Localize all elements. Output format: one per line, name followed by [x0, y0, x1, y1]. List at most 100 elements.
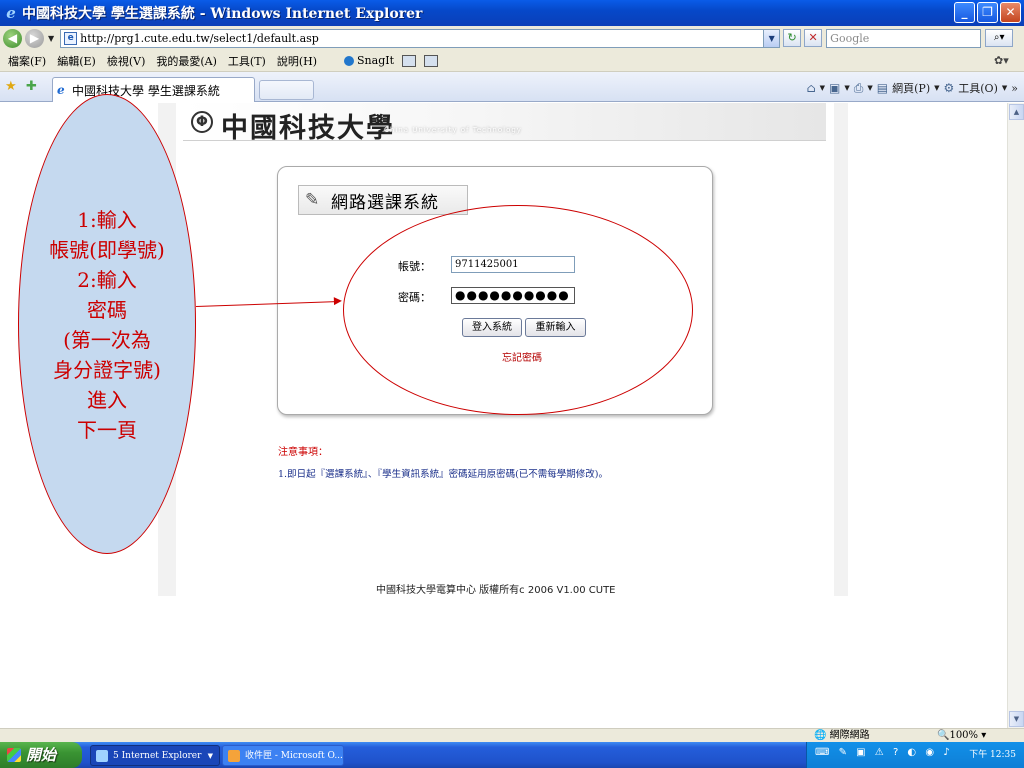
back-arrow-icon: ◀: [7, 30, 18, 45]
page-menu[interactable]: 網頁(P): [892, 80, 930, 96]
refresh-button[interactable]: ↻: [783, 29, 802, 47]
forward-arrow-icon: ▶: [29, 30, 40, 45]
scroll-up-icon[interactable]: ▲: [1009, 104, 1024, 120]
back-button[interactable]: ◀: [3, 28, 22, 48]
taskbar-item-outlook[interactable]: 收件匣 - Microsoft O...: [222, 745, 344, 766]
ie-logo-icon: e: [6, 4, 16, 22]
tab-bar: ★ ✚ e 中國科技大學 學生選課系統 ⌂ ▼ ▣ ▼ ⎙ ▼ ▤ 網頁(P) ▼ ⚙ …: [0, 72, 1024, 102]
menu-favorites[interactable]: 我的最愛(A): [156, 53, 217, 69]
snagit-label: SnagIt: [357, 54, 395, 67]
status-bar: 🌐 網際網路 🔍100% ▾: [0, 728, 1024, 742]
tab-active[interactable]: e 中國科技大學 學生選課系統: [52, 77, 255, 102]
system-header: ✎ 網路選課系統: [298, 185, 468, 215]
taskbar: 開始 5 Internet Explorer ▼ 收件匣 - Microsoft…: [0, 742, 1024, 768]
annotation-highlight-ellipse: [343, 205, 693, 415]
address-bar[interactable]: e http://prg1.cute.edu.tw/select1/defaul…: [60, 28, 781, 48]
page-footer: 中國科技大學電算中心 版權所有c 2006 V1.00 CUTE: [376, 585, 616, 596]
tab-favicon-icon: e: [57, 83, 65, 97]
windows-flag-icon: [7, 748, 21, 762]
snagit-window-icon[interactable]: [402, 54, 417, 67]
annotation-line: 密碼: [87, 298, 127, 322]
school-name-english: China University of Technology: [384, 126, 522, 134]
new-tab-button[interactable]: [259, 80, 314, 100]
forward-button[interactable]: ▶: [25, 28, 44, 48]
notice-text: 1.即日起『選課系統』、『學生資訊系統』密碼延用原密碼(已不需每學期修改)。: [278, 469, 608, 480]
school-name: 中國科技大學: [221, 113, 395, 144]
favorites-star-icon[interactable]: ★: [5, 79, 17, 94]
snagit-button[interactable]: SnagIt: [344, 54, 394, 67]
annotation-text: 1:輸入 帳號(即學號) 2:輸入 密碼 (第一次為 身分證字號) 進入 下一頁: [18, 205, 196, 445]
annotation-line: 進入: [87, 388, 127, 412]
school-emblem-icon: Φ: [191, 111, 213, 133]
window-title: 中國科技大學 學生選課系統 - Windows Internet Explore…: [22, 6, 423, 22]
page-icon: e: [64, 31, 78, 45]
security-zone: 🌐 網際網路: [814, 730, 870, 741]
start-label: 開始: [26, 746, 57, 764]
annotation-line: 下一頁: [77, 418, 137, 442]
annotation-line: 1:輸入: [77, 208, 137, 232]
start-button[interactable]: 開始: [0, 742, 82, 768]
clock: 下午 12:35: [969, 750, 1016, 760]
snagit-icon: [344, 55, 355, 66]
refresh-icon: ↻: [787, 31, 797, 44]
search-input[interactable]: Google: [826, 28, 982, 48]
annotation-line: 2:輸入: [77, 268, 137, 292]
outlook-taskbar-icon: [228, 750, 240, 762]
toolbar-options-icon[interactable]: ✿▾: [994, 54, 1016, 67]
menu-file[interactable]: 檔案(F): [8, 53, 46, 69]
feeds-icon[interactable]: ▣: [829, 81, 840, 95]
print-icon[interactable]: ⎙: [854, 81, 864, 96]
page-menu-dropdown-icon[interactable]: ▼: [934, 84, 939, 92]
menu-tools[interactable]: 工具(T): [228, 53, 266, 69]
add-favorite-icon[interactable]: ✚: [26, 79, 37, 94]
window-controls: _ ❐ ✕: [954, 2, 1021, 23]
notice-title: 注意事項：: [278, 447, 328, 458]
tools-menu[interactable]: 工具(O): [958, 80, 998, 96]
menu-view[interactable]: 檢視(V): [107, 53, 146, 69]
search-button[interactable]: ⌕▾: [985, 29, 1014, 47]
address-dropdown-icon[interactable]: ▼: [763, 29, 780, 47]
school-banner: Φ 中國科技大學 China University of Technology: [183, 103, 826, 144]
page-menu-icon: ▤: [876, 81, 889, 95]
chevron-more-icon[interactable]: »: [1011, 82, 1018, 95]
close-button[interactable]: ✕: [1000, 2, 1021, 23]
search-icon: ⌕▾: [993, 32, 1005, 43]
taskbar-item-label: 收件匣 - Microsoft O...: [245, 751, 343, 761]
home-icon[interactable]: ⌂: [806, 81, 815, 95]
zone-label: 網際網路: [829, 730, 870, 741]
screen: e 中國科技大學 學生選課系統 - Windows Internet Explo…: [0, 0, 1024, 768]
feeds-dropdown-icon[interactable]: ▼: [844, 84, 849, 92]
tray-icons[interactable]: ⌨ ✎ ▣ ⚠ ? ◐ ◉ ♪: [815, 747, 953, 758]
home-dropdown-icon[interactable]: ▼: [820, 84, 825, 92]
command-bar: ⌂ ▼ ▣ ▼ ⎙ ▼ ▤ 網頁(P) ▼ ⚙ 工具(O) ▼ »: [806, 80, 1018, 96]
stop-icon: ✕: [808, 31, 818, 44]
zoom-level: 100%: [949, 730, 979, 741]
group-dropdown-icon: ▼: [207, 752, 213, 760]
maximize-button[interactable]: ❐: [977, 2, 998, 23]
menu-edit[interactable]: 編輯(E): [57, 53, 96, 69]
pencil-icon: ✎: [305, 190, 320, 210]
ie-taskbar-icon: [96, 750, 108, 762]
taskbar-item-label: 5 Internet Explorer: [113, 751, 202, 761]
minimize-button[interactable]: _: [954, 2, 975, 23]
zoom-control[interactable]: 🔍100% ▾: [937, 729, 986, 742]
address-toolbar: ◀ ▶ ▼ e http://prg1.cute.edu.tw/select1/…: [0, 26, 1024, 50]
tools-menu-dropdown-icon[interactable]: ▼: [1002, 84, 1007, 92]
system-tray: ⌨ ✎ ▣ ⚠ ? ◐ ◉ ♪ 下午 12:35: [806, 742, 1024, 768]
system-title: 網路選課系統: [331, 192, 439, 213]
tools-gear-icon: ⚙: [943, 81, 955, 95]
vertical-scrollbar[interactable]: ▲ ▼: [1007, 103, 1024, 728]
history-dropdown-icon[interactable]: ▼: [48, 34, 54, 43]
annotation-line: (第一次為: [63, 328, 151, 352]
window-titlebar: e 中國科技大學 學生選課系統 - Windows Internet Explo…: [0, 0, 1024, 26]
address-url[interactable]: http://prg1.cute.edu.tw/select1/default.…: [80, 32, 319, 45]
menu-bar: 檔案(F) 編輯(E) 檢視(V) 我的最愛(A) 工具(T) 說明(H) Sn…: [0, 50, 1024, 72]
menu-help[interactable]: 說明(H): [277, 53, 317, 69]
annotation-line: 帳號(即學號): [49, 238, 165, 262]
print-dropdown-icon[interactable]: ▼: [867, 84, 872, 92]
scroll-down-icon[interactable]: ▼: [1009, 711, 1024, 727]
taskbar-item-ie[interactable]: 5 Internet Explorer ▼: [90, 745, 220, 766]
annotation-line: 身分證字號): [53, 358, 161, 382]
stop-button[interactable]: ✕: [804, 29, 823, 47]
snagit-options-icon[interactable]: [424, 54, 439, 67]
